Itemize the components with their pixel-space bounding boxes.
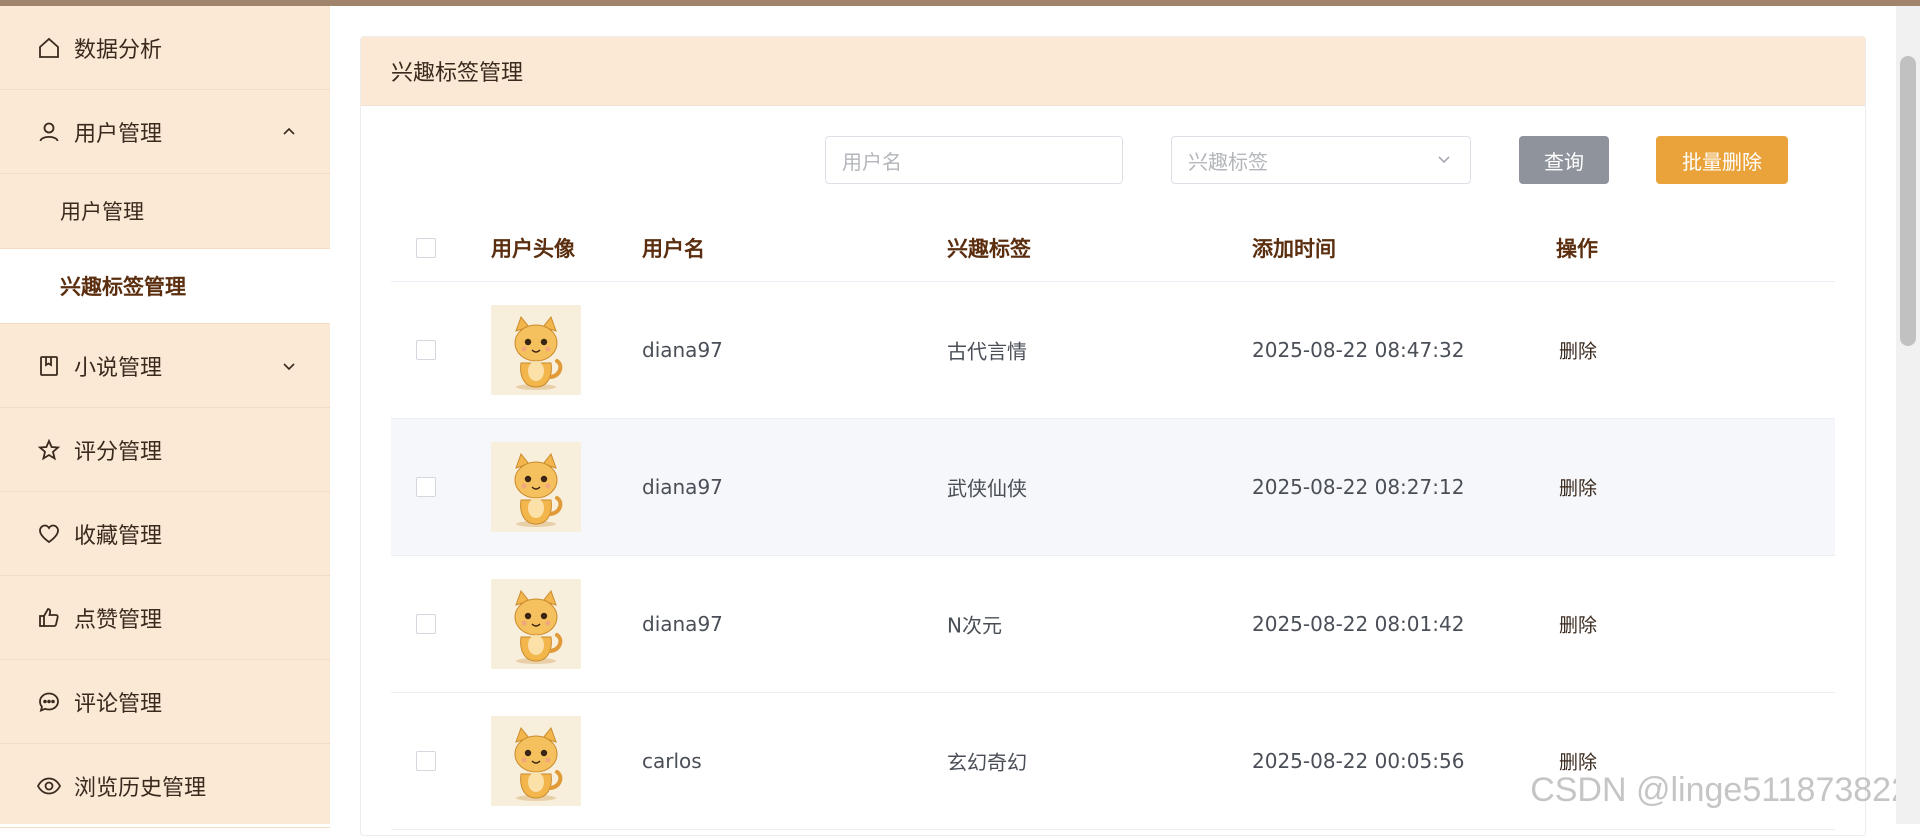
table-row: diana97 古代言情 2025-08-22 08:47:32 删除 [391,282,1835,419]
column-header-added-time: 添加时间 [1252,233,1336,263]
filter-toolbar: 用户名 兴趣标签 查询 批量删除 [361,136,1865,186]
interest-tag-card: 兴趣标签管理 用户名 兴趣标签 查询 批量删除 用户头像 用户名 兴趣标签 添加… [360,36,1866,836]
chevron-down-icon [1436,148,1452,172]
sidebar-item-label: 小说管理 [74,350,162,382]
sidebar: 数据分析 用户管理 用户管理 兴趣标签管理 小说管理 评分管理 收藏 [0,6,330,824]
cell-username: diana97 [642,338,723,362]
sidebar-item-user-management[interactable]: 用户管理 [0,90,330,174]
column-header-actions: 操作 [1556,233,1598,263]
username-input[interactable]: 用户名 [825,136,1123,184]
sidebar-item-browsing-history-management[interactable]: 浏览历史管理 [0,744,330,828]
sidebar-item-label: 浏览历史管理 [74,770,206,802]
column-header-avatar: 用户头像 [491,233,575,263]
home-icon [36,35,62,61]
page-title: 兴趣标签管理 [391,55,523,87]
page-scrollbar[interactable] [1896,6,1920,824]
thumbs-up-icon [36,605,62,631]
sidebar-item-label: 评论管理 [74,686,162,718]
delete-button[interactable]: 删除 [1559,474,1597,501]
chevron-down-icon [280,357,298,375]
heart-icon [36,521,62,547]
cell-interest-tag: 古代言情 [947,336,1027,365]
card-header: 兴趣标签管理 [361,37,1865,106]
sidebar-item-novel-management[interactable]: 小说管理 [0,324,330,408]
select-all-checkbox[interactable] [416,238,436,258]
search-button[interactable]: 查询 [1519,136,1609,184]
cell-username: carlos [642,749,702,773]
sidebar-item-label: 用户管理 [74,116,162,148]
row-checkbox[interactable] [416,340,436,360]
scrollbar-thumb[interactable] [1900,56,1916,346]
eye-icon [36,773,62,799]
sidebar-item-favorites-management[interactable]: 收藏管理 [0,492,330,576]
sidebar-item-comments-management[interactable]: 评论管理 [0,660,330,744]
cell-interest-tag: 武侠仙侠 [947,473,1027,502]
delete-button[interactable]: 删除 [1559,611,1597,638]
search-button-label: 查询 [1544,146,1584,175]
batch-delete-button-label: 批量删除 [1682,146,1762,175]
cell-added-time: 2025-08-22 08:27:12 [1252,475,1464,499]
username-placeholder: 用户名 [842,146,902,175]
avatar [491,305,581,395]
cell-added-time: 2025-08-22 08:47:32 [1252,338,1464,362]
cell-added-time: 2025-08-22 08:01:42 [1252,612,1464,636]
table-row: diana97 N次元 2025-08-22 08:01:42 删除 [391,556,1835,693]
cell-username: diana97 [642,612,723,636]
star-icon [36,437,62,463]
sidebar-subitem-interest-tag-management[interactable]: 兴趣标签管理 [0,249,330,324]
cat-avatar-image [491,716,581,806]
sidebar-item-label: 评分管理 [74,434,162,466]
cat-avatar-image [491,442,581,532]
user-icon [36,119,62,145]
cell-interest-tag: 玄幻奇幻 [947,747,1027,776]
book-icon [36,353,62,379]
delete-button[interactable]: 删除 [1559,337,1597,364]
column-header-interest-tag: 兴趣标签 [947,233,1031,263]
table-header: 用户头像 用户名 兴趣标签 添加时间 操作 [391,214,1835,282]
column-header-username: 用户名 [642,233,705,263]
interest-tag-select[interactable]: 兴趣标签 [1171,136,1471,184]
watermark-text: CSDN @linge511873822 [1530,771,1910,810]
sidebar-item-rating-management[interactable]: 评分管理 [0,408,330,492]
sidebar-item-label: 点赞管理 [74,602,162,634]
sidebar-subitem-label: 用户管理 [60,196,144,226]
avatar [491,442,581,532]
sidebar-item-label: 数据分析 [74,32,162,64]
sidebar-item-likes-management[interactable]: 点赞管理 [0,576,330,660]
table-row: diana97 武侠仙侠 2025-08-22 08:27:12 删除 [391,419,1835,556]
chevron-up-icon [280,123,298,141]
sidebar-item-label: 收藏管理 [74,518,162,550]
avatar [491,579,581,669]
cell-added-time: 2025-08-22 00:05:56 [1252,749,1464,773]
batch-delete-button[interactable]: 批量删除 [1656,136,1788,184]
cat-avatar-image [491,579,581,669]
row-checkbox[interactable] [416,614,436,634]
cell-username: diana97 [642,475,723,499]
chat-icon [36,689,62,715]
sidebar-item-data-analysis[interactable]: 数据分析 [0,6,330,90]
sidebar-subitem-label: 兴趣标签管理 [60,271,186,301]
interest-tag-placeholder: 兴趣标签 [1188,146,1268,175]
row-checkbox[interactable] [416,751,436,771]
cell-interest-tag: N次元 [947,610,1002,639]
cat-avatar-image [491,305,581,395]
sidebar-subitem-user-management[interactable]: 用户管理 [0,174,330,249]
interest-tag-table: 用户头像 用户名 兴趣标签 添加时间 操作 [391,214,1835,830]
avatar [491,716,581,806]
row-checkbox[interactable] [416,477,436,497]
